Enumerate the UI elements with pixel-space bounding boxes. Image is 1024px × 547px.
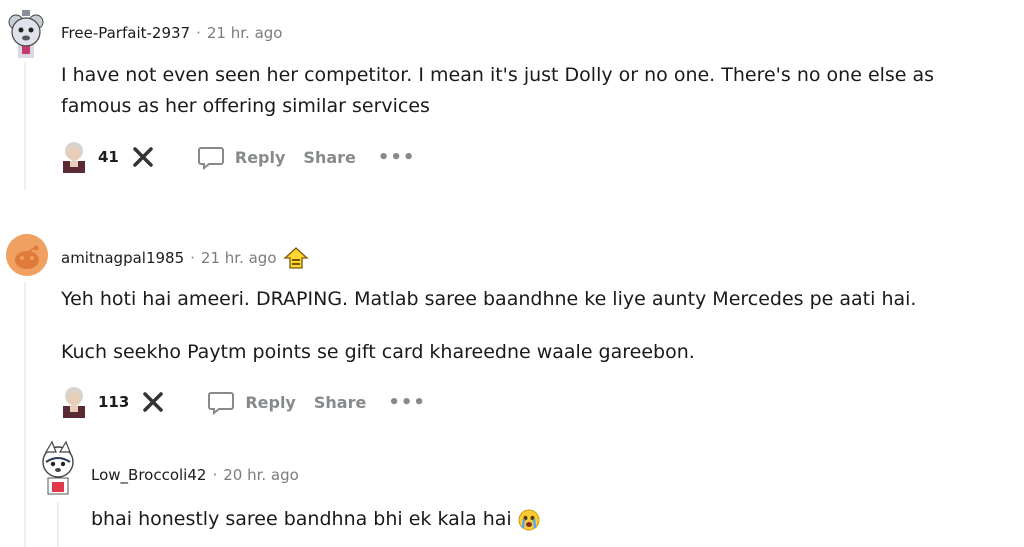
avatar[interactable] bbox=[6, 234, 48, 276]
separator: · bbox=[212, 466, 218, 484]
comment-paragraph: bhai honestly saree bandhna bhi ek kala … bbox=[91, 508, 512, 530]
share-button[interactable]: Share bbox=[303, 148, 355, 167]
thread-line-2[interactable] bbox=[24, 282, 26, 547]
downvote-icon[interactable] bbox=[139, 388, 167, 416]
comment-meta: amitnagpal1985 · 21 hr. ago bbox=[61, 246, 309, 270]
comment-body: I have not even seen her competitor. I m… bbox=[61, 60, 991, 122]
vote-score: 113 bbox=[98, 393, 130, 411]
reply-label: Reply bbox=[234, 147, 286, 167]
upvote-icon[interactable] bbox=[60, 386, 88, 418]
helpful-award-icon[interactable] bbox=[282, 246, 309, 270]
more-options-button[interactable]: ••• bbox=[378, 147, 416, 168]
comment-bubble-icon bbox=[208, 392, 235, 416]
comment-bubble-icon bbox=[197, 147, 224, 171]
comment-body: bhai honestly saree bandhna bhi ek kala … bbox=[91, 504, 991, 535]
downvote-icon[interactable] bbox=[129, 143, 157, 171]
author-name[interactable]: amitnagpal1985 bbox=[61, 249, 184, 267]
comment-meta: Low_Broccoli42 · 20 hr. ago bbox=[91, 466, 299, 484]
comment-actions: 113 Reply Share ••• bbox=[60, 385, 426, 419]
thread-line-3[interactable] bbox=[57, 502, 59, 547]
timestamp[interactable]: 21 hr. ago bbox=[201, 249, 277, 267]
separator: · bbox=[196, 24, 201, 42]
reply-button[interactable]: Reply bbox=[207, 388, 296, 416]
thread-line-1[interactable] bbox=[24, 62, 26, 190]
vote-score: 41 bbox=[98, 148, 119, 166]
reply-button[interactable]: Reply bbox=[197, 143, 286, 171]
reply-label: Reply bbox=[245, 392, 296, 412]
crying-face-icon bbox=[518, 509, 540, 531]
author-name[interactable]: Free-Parfait-2937 bbox=[61, 24, 190, 42]
avatar[interactable] bbox=[4, 8, 48, 58]
more-options-button[interactable]: ••• bbox=[388, 392, 426, 413]
comment-actions: 41 Reply Share ••• bbox=[60, 140, 415, 174]
comment-paragraph: I have not even seen her competitor. I m… bbox=[61, 64, 935, 117]
timestamp[interactable]: 20 hr. ago bbox=[223, 466, 299, 484]
author-name[interactable]: Low_Broccoli42 bbox=[91, 466, 206, 484]
upvote-icon[interactable] bbox=[60, 141, 88, 173]
separator: · bbox=[190, 249, 195, 267]
avatar[interactable] bbox=[36, 440, 80, 496]
comment-paragraph: Yeh hoti hai ameeri. DRAPING. Matlab sar… bbox=[61, 288, 917, 310]
share-button[interactable]: Share bbox=[314, 393, 366, 412]
comment-paragraph: Kuch seekho Paytm points se gift card kh… bbox=[61, 341, 695, 363]
timestamp[interactable]: 21 hr. ago bbox=[207, 24, 283, 42]
comment-body: Yeh hoti hai ameeri. DRAPING. Matlab sar… bbox=[61, 284, 1001, 368]
comment-meta: Free-Parfait-2937 · 21 hr. ago bbox=[61, 24, 282, 42]
